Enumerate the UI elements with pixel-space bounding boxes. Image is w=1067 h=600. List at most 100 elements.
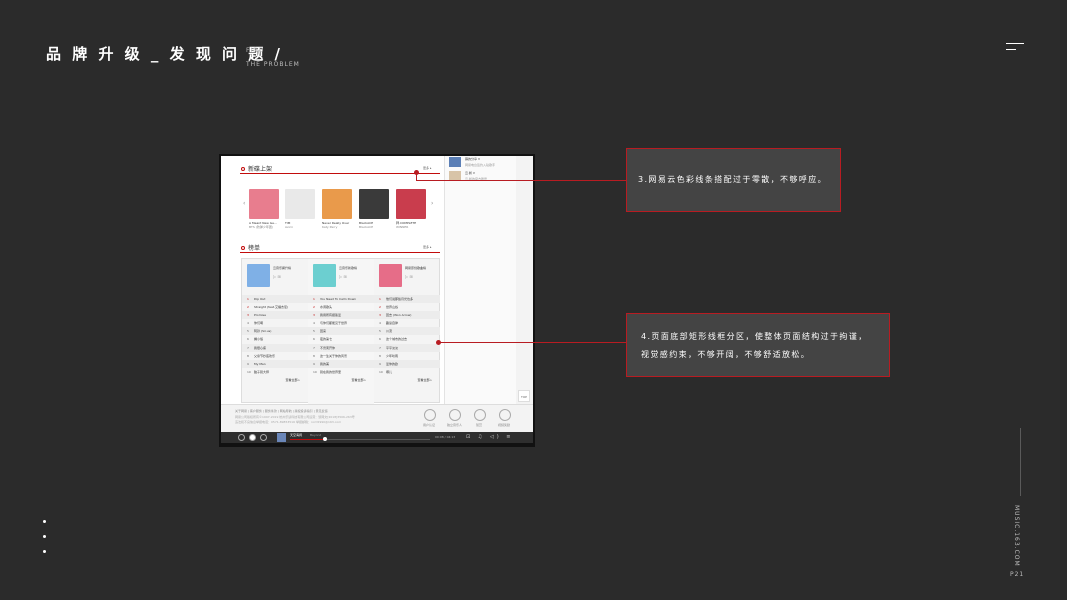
board-cover[interactable] — [313, 264, 336, 287]
table-row[interactable]: 2 世界山谷 — [374, 303, 440, 311]
player-controls[interactable]: ⊡ ♫ ◁) ≡ — [466, 434, 513, 440]
song-title[interactable]: 我的美 — [320, 362, 329, 366]
table-row[interactable]: 1 Dip Out — [242, 295, 308, 304]
album-item[interactable]: TIM Avicii — [285, 189, 320, 229]
song-title[interactable]: 这个城市的过去 — [386, 337, 407, 341]
song-title[interactable]: 与你们都能见于世界 — [320, 321, 347, 325]
board-more[interactable]: 查看全部> — [308, 376, 374, 384]
table-row[interactable]: 3 Promise — [242, 311, 308, 320]
table-row[interactable]: 3 回去 (Won Arrow) — [374, 311, 440, 320]
song-title[interactable]: 平平淡淡 — [386, 346, 398, 350]
song-title[interactable]: 你们啊 — [254, 321, 263, 325]
new-albums-more[interactable]: 更多 ▸ — [423, 166, 431, 170]
song-title[interactable]: My Man — [254, 362, 266, 366]
next-icon[interactable] — [260, 434, 267, 441]
album-item[interactable]: BlackACE BlackACE — [359, 189, 394, 229]
table-row[interactable]: 7 不曾离开你 — [308, 343, 374, 352]
table-row[interactable]: 9 我的美 — [308, 359, 374, 368]
table-row[interactable]: 10 哪儿 — [374, 368, 440, 376]
song-title[interactable]: 阿孙 (Sir.us) — [254, 329, 271, 333]
charts-more[interactable]: 更多 ▸ — [423, 245, 431, 249]
progress-track[interactable] — [290, 437, 430, 441]
table-row[interactable]: 1 他们说那些月光也多 — [374, 295, 440, 304]
board-name[interactable]: 网易原创歌曲榜 — [405, 266, 426, 270]
album-artist[interactable]: WINNER — [396, 225, 430, 229]
song-title[interactable]: 回去 (Won Arrow) — [386, 313, 411, 317]
sidebar-name[interactable]: 薛的分享 V — [465, 157, 480, 161]
song-title[interactable]: 父亲节抄底欢乐 — [254, 354, 275, 358]
song-title[interactable]: 别在我的世界里 — [320, 370, 341, 374]
song-title[interactable]: 我用所有报答爱 — [320, 313, 341, 317]
song-title[interactable]: 水调歌头 — [320, 305, 332, 309]
board-name[interactable]: 云音乐飙升榜 — [273, 266, 291, 270]
board-name[interactable]: 云音乐新歌榜 — [339, 266, 357, 270]
video-reward-icon[interactable] — [499, 409, 511, 421]
song-title[interactable]: 爱你的欧 — [386, 362, 398, 366]
album-artist[interactable]: Katy Perry — [322, 225, 356, 229]
song-title[interactable]: You Need To Calm Down — [320, 297, 356, 301]
play-icon[interactable]: ▷ ⊞ — [339, 274, 347, 279]
song-title[interactable]: 不曾离开你 — [320, 346, 335, 350]
table-row[interactable]: 10 脑子别大师 — [242, 368, 308, 376]
musician-icon[interactable] — [449, 409, 461, 421]
song-title[interactable]: 世界山谷 — [386, 305, 398, 309]
table-row[interactable]: 4 与你们都能见于世界 — [308, 319, 374, 327]
album-artist[interactable]: BlackACE — [359, 225, 393, 229]
song-title[interactable]: 夜的第七 — [320, 337, 332, 341]
table-row[interactable]: 5 川流 — [374, 327, 440, 336]
table-row[interactable]: 5 回来 — [308, 327, 374, 336]
table-row[interactable]: 5 阿孙 (Sir.us) — [242, 327, 308, 336]
dot-2[interactable] — [43, 535, 46, 538]
avatar[interactable] — [449, 157, 461, 167]
song-title[interactable]: 我很心痛 — [254, 346, 266, 350]
album-artist[interactable]: BTS (防弹少年团) — [249, 225, 283, 229]
dot-1[interactable] — [43, 520, 46, 523]
song-title[interactable]: 哪儿 — [386, 370, 392, 374]
song-title[interactable]: 川流 — [386, 329, 392, 333]
reward-icon[interactable] — [474, 409, 486, 421]
table-row[interactable]: 3 我用所有报答爱 — [308, 311, 374, 320]
table-row[interactable]: 9 爱你的欧 — [374, 359, 440, 368]
table-row[interactable]: 4 你们啊 — [242, 319, 308, 327]
table-row[interactable]: 8 父亲节抄底欢乐 — [242, 352, 308, 360]
song-title[interactable]: 他们说那些月光也多 — [386, 297, 413, 301]
sidebar-name[interactable]: 云·鹤 V — [465, 171, 475, 175]
song-title[interactable]: 这一生关于你的风景 — [320, 354, 347, 358]
table-row[interactable]: 6 这个城市的过去 — [374, 335, 440, 343]
table-row[interactable]: 1 You Need To Calm Down — [308, 295, 374, 304]
play-icon[interactable]: ▷ ⊞ — [405, 274, 413, 279]
album-item[interactable]: Never Really Over Katy Perry — [322, 189, 357, 229]
album-item[interactable]: A Meant New Ge... BTS (防弹少年团) — [249, 189, 284, 229]
now-playing-artist[interactable]: Beyond — [310, 433, 321, 437]
table-row[interactable]: 4 趣读自律 — [374, 319, 440, 327]
board-more[interactable]: 查看全部> — [242, 376, 308, 384]
progress-handle[interactable] — [323, 437, 327, 441]
table-row[interactable]: 7 平平淡淡 — [374, 343, 440, 352]
song-title[interactable]: Straight (feat.艾福杰尼) — [254, 305, 288, 309]
board-more[interactable]: 查看全部> — [374, 376, 440, 384]
menu-icon[interactable] — [1006, 43, 1024, 53]
song-title[interactable]: 回来 — [320, 329, 326, 333]
song-title[interactable]: Dip Out — [254, 297, 265, 301]
user-verify-icon[interactable] — [424, 409, 436, 421]
song-title[interactable]: 少年听雨 — [386, 354, 398, 358]
chevron-left-icon[interactable]: ‹ — [243, 200, 245, 207]
album-item[interactable]: 拜·COMPLETE WINNER — [396, 189, 431, 229]
table-row[interactable]: 7 我很心痛 — [242, 343, 308, 352]
song-title[interactable]: 脑子别大师 — [254, 370, 269, 374]
now-playing-cover[interactable] — [277, 433, 286, 442]
board-cover[interactable] — [379, 264, 402, 287]
board-cover[interactable] — [247, 264, 270, 287]
footer-links[interactable]: 关于网易 | 客户服务 | 服务条款 | 网站导航 | 版权投诉指引 | 意见反… — [235, 409, 328, 413]
table-row[interactable]: 6 蝇小俗 — [242, 335, 308, 343]
play-icon[interactable]: ▷ ⊞ — [273, 274, 281, 279]
table-row[interactable]: 8 少年听雨 — [374, 352, 440, 360]
table-row[interactable]: 2 Straight (feat.艾福杰尼) — [242, 303, 308, 311]
song-title[interactable]: 趣读自律 — [386, 321, 398, 325]
table-row[interactable]: 8 这一生关于你的风景 — [308, 352, 374, 360]
table-row[interactable]: 2 水调歌头 — [308, 303, 374, 311]
table-row[interactable]: 6 夜的第七 — [308, 335, 374, 343]
table-row[interactable]: 9 My Man — [242, 359, 308, 368]
now-playing-title[interactable]: 天空海阔 — [290, 433, 302, 437]
song-title[interactable]: Promise — [254, 313, 266, 317]
